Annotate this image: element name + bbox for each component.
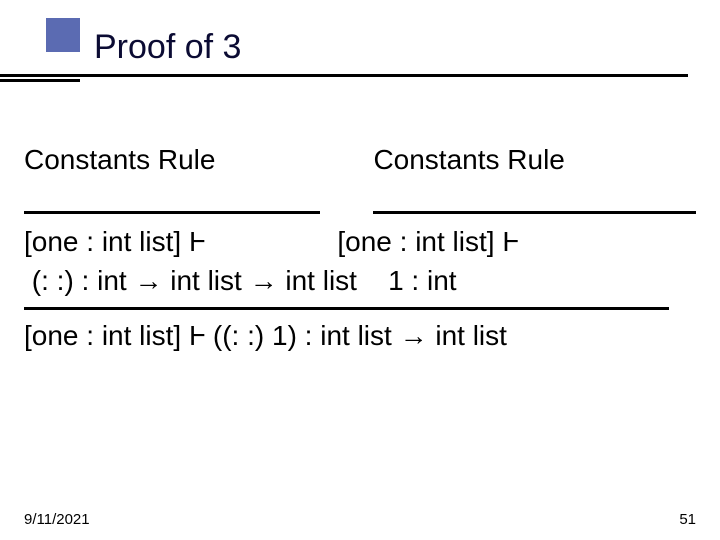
conclusion-text: [one : int list] Ⱶ ((: :) 1) : int list … (24, 316, 696, 355)
premise-row-1: [one : int list] Ⱶ [one : int list] Ⱶ (24, 222, 696, 261)
premise-right-line2-tail: 1 : int (388, 265, 456, 296)
title-underline-short-icon (0, 79, 80, 82)
premise-left-line2: (: :) : int → int list → int list (24, 265, 357, 296)
premise-right-line1: [one : int list] Ⱶ (337, 226, 518, 257)
premise-row-2: (: :) : int → int list → int list 1 : in… (24, 261, 696, 300)
footer-page-number: 51 (679, 511, 696, 528)
premise-bar-right-icon (373, 211, 696, 214)
conclusion-bar-icon (24, 307, 669, 310)
page-title: Proof of 3 (94, 30, 241, 64)
footer-date: 9/11/2021 (24, 511, 90, 528)
rule-label-left: Constants Rule (24, 140, 373, 179)
title-underline-long-icon (0, 74, 688, 77)
slide-footer: 9/11/2021 51 (24, 511, 696, 528)
rule-label-right: Constants Rule (373, 140, 696, 179)
proof-body: Constants Rule Constants Rule [one : int… (24, 140, 696, 355)
premise-separators (24, 211, 696, 214)
premise-bar-left-icon (24, 211, 320, 214)
slide-header: Proof of 3 (0, 18, 720, 88)
title-accent-icon (46, 18, 80, 52)
premise-left-line1: [one : int list] Ⱶ (24, 226, 205, 257)
rule-labels: Constants Rule Constants Rule (24, 140, 696, 179)
